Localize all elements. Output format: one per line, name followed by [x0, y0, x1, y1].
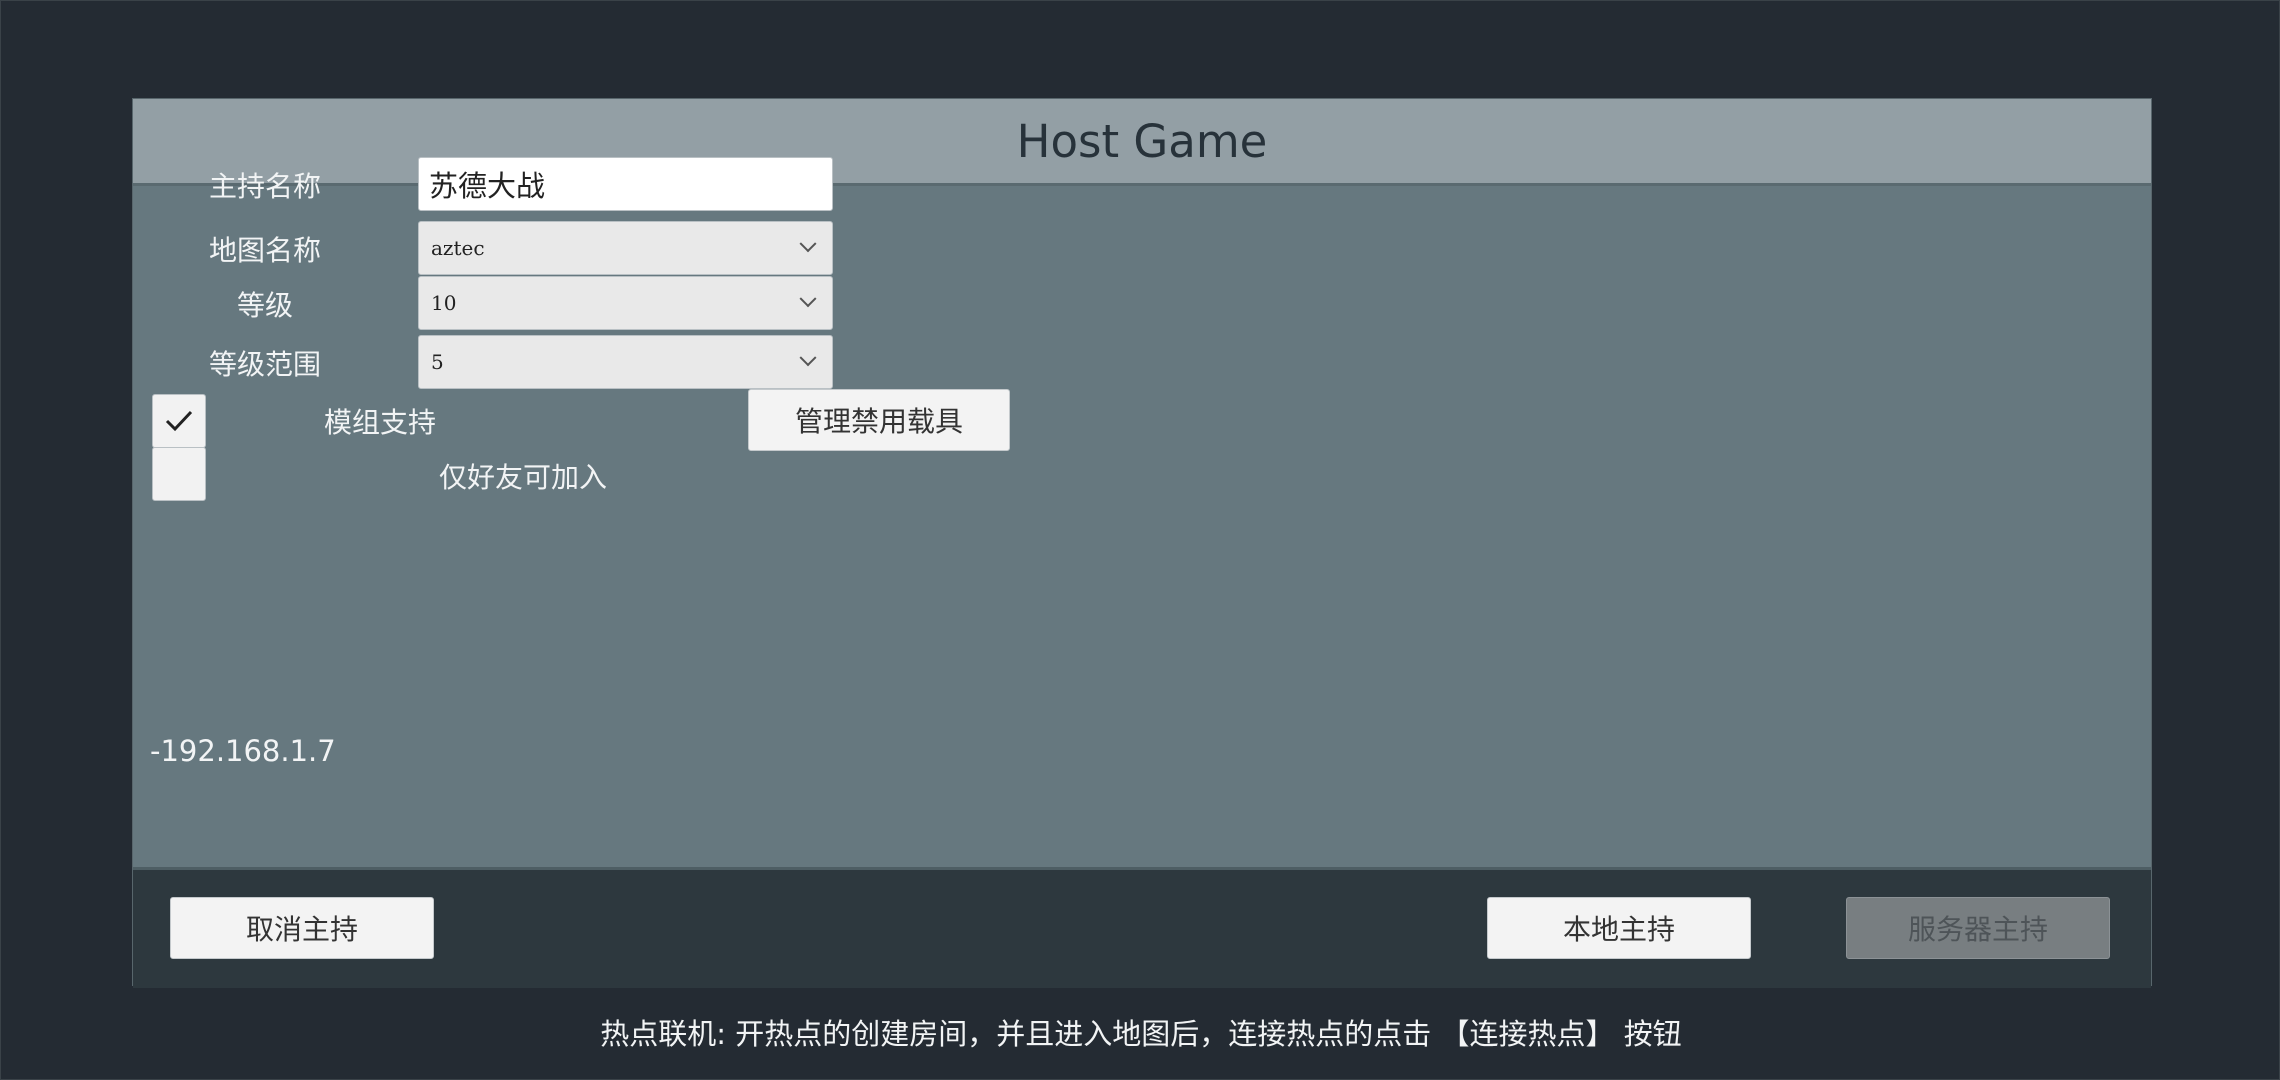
cancel-host-button[interactable]: 取消主持: [170, 897, 434, 959]
level-select-value: 10: [431, 291, 457, 315]
level-range-select-value: 5: [431, 350, 444, 374]
manage-banned-vehicles-label: 管理禁用载具: [794, 405, 963, 438]
level-select[interactable]: 10: [418, 276, 833, 330]
ip-address: -192.168.1.7: [150, 734, 336, 768]
dialog-footer: 取消主持 本地主持 服务器主持: [133, 867, 2151, 988]
host-name-input[interactable]: 苏德大战: [418, 157, 833, 211]
check-icon: [165, 410, 193, 432]
chevron-down-icon: [799, 349, 817, 367]
map-name-label: 地图名称: [208, 234, 321, 267]
dialog-title: Host Game: [1016, 114, 1268, 168]
screen: Host Game 主持名称 苏德大战 地图名称 aztec 等级 10 等级范…: [0, 0, 2280, 1080]
mod-support-checkbox[interactable]: [152, 394, 206, 448]
chevron-down-icon: [799, 290, 817, 308]
local-host-button[interactable]: 本地主持: [1487, 897, 1751, 959]
friends-only-label: 仅好友可加入: [439, 461, 608, 494]
map-select[interactable]: aztec: [418, 221, 833, 275]
map-select-value: aztec: [431, 236, 485, 260]
level-range-select[interactable]: 5: [418, 335, 833, 389]
hotspot-hint: 热点联机: 开热点的创建房间，并且进入地图后，连接热点的点击 【连接热点】 按钮: [600, 1017, 1682, 1051]
cancel-host-label: 取消主持: [245, 913, 358, 946]
mod-support-label: 模组支持: [324, 406, 437, 439]
level-label: 等级: [236, 289, 293, 322]
server-host-button[interactable]: 服务器主持: [1846, 897, 2110, 959]
manage-banned-vehicles-button[interactable]: 管理禁用载具: [748, 389, 1010, 451]
friends-only-checkbox[interactable]: [152, 447, 206, 501]
chevron-down-icon: [799, 235, 817, 253]
host-game-dialog: Host Game 主持名称 苏德大战 地图名称 aztec 等级 10 等级范…: [132, 98, 2152, 988]
host-name-label: 主持名称: [208, 170, 321, 203]
level-range-label: 等级范围: [208, 348, 321, 381]
host-name-value: 苏德大战: [429, 169, 546, 203]
server-host-label: 服务器主持: [1907, 913, 2048, 946]
local-host-label: 本地主持: [1562, 913, 1675, 946]
